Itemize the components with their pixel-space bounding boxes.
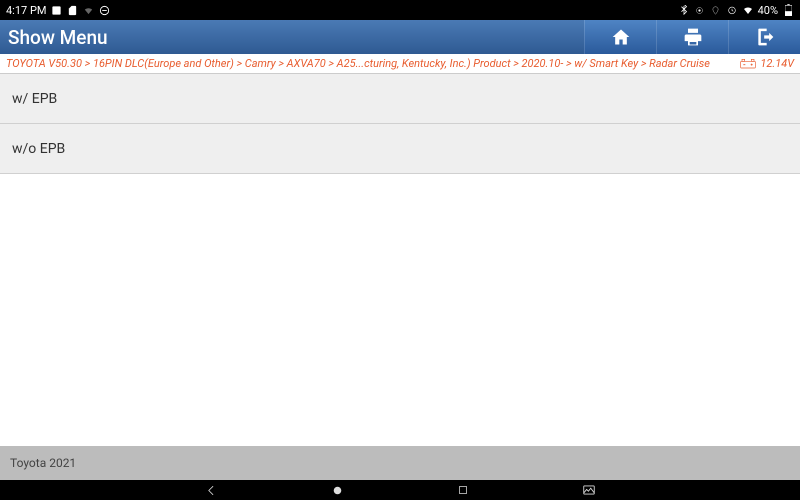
android-nav-bar <box>0 480 800 500</box>
android-status-bar: 4:17 PM 40% <box>0 0 800 20</box>
breadcrumb-bar: TOYOTA V50.30 > 16PIN DLC(Europe and Oth… <box>0 54 800 74</box>
nav-screenshot-button[interactable] <box>581 482 597 498</box>
nav-back-button[interactable] <box>203 482 219 498</box>
nav-home-button[interactable] <box>329 482 345 498</box>
footer-bar: Toyota 2021 <box>0 446 800 480</box>
home-button[interactable] <box>584 20 656 54</box>
menu-list: w/ EPB w/o EPB <box>0 74 800 174</box>
exit-button[interactable] <box>728 20 800 54</box>
dnd-icon <box>98 4 110 16</box>
circle-icon <box>331 484 344 497</box>
status-right: 40% <box>678 4 794 17</box>
title-bar: Show Menu <box>0 20 800 54</box>
print-icon <box>683 27 703 47</box>
sd-icon <box>66 4 78 16</box>
home-icon <box>611 27 631 47</box>
square-icon <box>457 484 469 496</box>
menu-item-label: w/o EPB <box>12 141 65 157</box>
image-icon <box>50 4 62 16</box>
exit-icon <box>755 27 775 47</box>
alarm-icon <box>726 4 738 16</box>
battery-icon <box>782 4 794 16</box>
battery-pct: 40% <box>758 4 778 17</box>
location-icon-1 <box>694 4 706 16</box>
status-time: 4:17 PM <box>6 4 46 17</box>
page-title: Show Menu <box>8 26 108 49</box>
wifi-icon <box>742 4 754 16</box>
bluetooth-icon <box>678 4 690 16</box>
title-buttons <box>584 20 800 54</box>
status-left: 4:17 PM <box>6 4 110 17</box>
screenshot-icon <box>582 483 596 497</box>
wifi-dim-icon <box>82 4 94 16</box>
nav-recent-button[interactable] <box>455 482 471 498</box>
menu-item-label: w/ EPB <box>12 91 57 107</box>
voltage-value: 12.14V <box>760 57 794 70</box>
voltage-indicator: 12.14V <box>740 57 794 70</box>
breadcrumb: TOYOTA V50.30 > 16PIN DLC(Europe and Oth… <box>6 57 710 70</box>
back-icon <box>205 484 218 497</box>
footer-text: Toyota 2021 <box>10 456 76 470</box>
menu-item-wo-epb[interactable]: w/o EPB <box>0 124 800 174</box>
menu-item-w-epb[interactable]: w/ EPB <box>0 74 800 124</box>
print-button[interactable] <box>656 20 728 54</box>
gps-icon <box>710 4 722 16</box>
battery-car-icon <box>740 59 756 69</box>
